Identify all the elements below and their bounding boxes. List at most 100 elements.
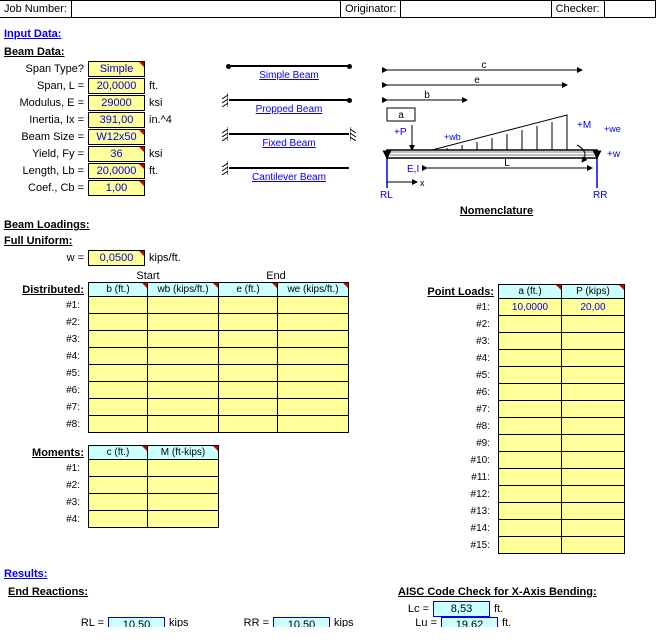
coef-cb-input[interactable]: 1,00 (88, 180, 145, 196)
span-l-input[interactable]: 20,0000 (88, 78, 145, 94)
point-a-10[interactable] (499, 452, 562, 469)
point-p-12[interactable] (562, 486, 625, 503)
dist-e-8[interactable] (219, 416, 278, 433)
dist-b-3[interactable] (89, 331, 148, 348)
point-a-header: a (ft.) (499, 285, 562, 299)
point-a-12[interactable] (499, 486, 562, 503)
dist-b-6[interactable] (89, 382, 148, 399)
dist-wb-4[interactable] (148, 348, 219, 365)
point-a-2[interactable] (499, 316, 562, 333)
point-a-11[interactable] (499, 469, 562, 486)
cantilever-beam-link[interactable]: Cantilever Beam (252, 172, 326, 183)
point-a-8[interactable] (499, 418, 562, 435)
originator-value[interactable] (401, 1, 551, 17)
point-a-7[interactable] (499, 401, 562, 418)
dist-we-8[interactable] (278, 416, 349, 433)
dist-e-5[interactable] (219, 365, 278, 382)
mom-m-3[interactable] (148, 494, 219, 511)
dist-b-2[interactable] (89, 314, 148, 331)
beam-size-input[interactable]: W12x50 (88, 129, 145, 145)
w-input[interactable]: 0,0500 (88, 250, 145, 266)
dist-e-2[interactable] (219, 314, 278, 331)
point-p-1[interactable]: 20,00 (562, 299, 625, 316)
dist-e-1[interactable] (219, 297, 278, 314)
svg-text:+M: +M (577, 120, 591, 131)
length-lb-label: Length, Lb = (4, 165, 88, 177)
modulus-input[interactable]: 29000 (88, 95, 145, 111)
mom-c-3[interactable] (89, 494, 148, 511)
point-p-4[interactable] (562, 350, 625, 367)
dist-b-8[interactable] (89, 416, 148, 433)
point-a-14[interactable] (499, 520, 562, 537)
point-p-2[interactable] (562, 316, 625, 333)
point-a-4[interactable] (499, 350, 562, 367)
dist-we-2[interactable] (278, 314, 349, 331)
point-a-9[interactable] (499, 435, 562, 452)
dist-we-3[interactable] (278, 331, 349, 348)
dist-we-1[interactable] (278, 297, 349, 314)
job-number-value[interactable] (72, 1, 341, 17)
dist-wb-7[interactable] (148, 399, 219, 416)
dist-wb-1[interactable] (148, 297, 219, 314)
point-loads-table: a (ft.) P (kips) 10,000020,00 (498, 284, 625, 554)
yield-input[interactable]: 36 (88, 146, 145, 162)
span-type-input[interactable]: Simple (88, 61, 145, 77)
span-l-unit: ft. (145, 80, 158, 92)
svg-text:RL: RL (380, 190, 393, 200)
svg-text:b: b (424, 90, 430, 101)
checker-value[interactable] (605, 1, 656, 17)
beam-data-form: Span Type?Simple Span, L =20,0000ft. Mod… (4, 60, 209, 217)
point-a-15[interactable] (499, 537, 562, 554)
point-p-15[interactable] (562, 537, 625, 554)
fixed-beam-link[interactable]: Fixed Beam (262, 138, 315, 149)
propped-beam-link[interactable]: Propped Beam (256, 104, 323, 115)
yield-unit: ksi (145, 148, 162, 160)
point-p-11[interactable] (562, 469, 625, 486)
point-p-6[interactable] (562, 384, 625, 401)
mom-c-2[interactable] (89, 477, 148, 494)
dist-b-1[interactable] (89, 297, 148, 314)
dist-we-6[interactable] (278, 382, 349, 399)
dist-wb-8[interactable] (148, 416, 219, 433)
dist-b-5[interactable] (89, 365, 148, 382)
dist-wb-2[interactable] (148, 314, 219, 331)
point-p-10[interactable] (562, 452, 625, 469)
mom-row-label-4: #4: (4, 514, 80, 525)
dist-wb-5[interactable] (148, 365, 219, 382)
point-p-3[interactable] (562, 333, 625, 350)
dist-e-3[interactable] (219, 331, 278, 348)
mom-c-4[interactable] (89, 511, 148, 528)
dist-e-4[interactable] (219, 348, 278, 365)
dist-b-4[interactable] (89, 348, 148, 365)
point-a-3[interactable] (499, 333, 562, 350)
dist-e-7[interactable] (219, 399, 278, 416)
point-a-1[interactable]: 10,0000 (499, 299, 562, 316)
point-p-9[interactable] (562, 435, 625, 452)
point-p-5[interactable] (562, 367, 625, 384)
length-lb-input[interactable]: 20,0000 (88, 163, 145, 179)
point-a-5[interactable] (499, 367, 562, 384)
simple-beam-link[interactable]: Simple Beam (259, 70, 318, 81)
svg-text:a: a (398, 110, 404, 121)
modulus-unit: ksi (145, 97, 162, 109)
point-p-8[interactable] (562, 418, 625, 435)
mom-m-4[interactable] (148, 511, 219, 528)
dist-we-5[interactable] (278, 365, 349, 382)
mom-m-2[interactable] (148, 477, 219, 494)
point-a-13[interactable] (499, 503, 562, 520)
inertia-input[interactable]: 391,00 (88, 112, 145, 128)
mom-c-1[interactable] (89, 460, 148, 477)
dist-b-7[interactable] (89, 399, 148, 416)
point-p-7[interactable] (562, 401, 625, 418)
svg-text:+we: +we (604, 124, 621, 134)
dist-we-4[interactable] (278, 348, 349, 365)
dist-we-7[interactable] (278, 399, 349, 416)
mom-m-1[interactable] (148, 460, 219, 477)
span-type-label: Span Type? (4, 63, 88, 75)
dist-wb-6[interactable] (148, 382, 219, 399)
point-a-6[interactable] (499, 384, 562, 401)
point-p-13[interactable] (562, 503, 625, 520)
dist-e-6[interactable] (219, 382, 278, 399)
point-p-14[interactable] (562, 520, 625, 537)
dist-wb-3[interactable] (148, 331, 219, 348)
